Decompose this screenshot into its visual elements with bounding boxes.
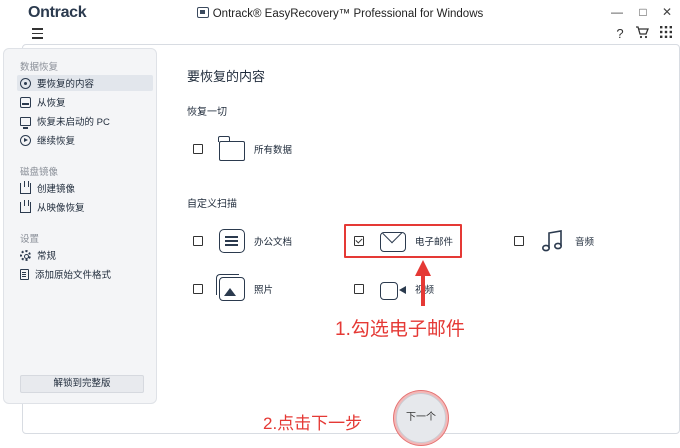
menu-icon[interactable] (32, 28, 43, 39)
sidebar-item-what-to-recover[interactable]: 要恢复的内容 (17, 75, 153, 91)
cart-icon[interactable] (634, 26, 650, 42)
drive-icon (20, 96, 31, 108)
minimize-button[interactable]: — (609, 4, 625, 20)
sidebar: 数据恢复 要恢复的内容 从恢复 恢复未启动的 PC 继续恢复 磁盘镜像 创建镜像… (3, 48, 157, 404)
sidebar-item-recover-unbootable-pc[interactable]: 恢复未启动的 PC (17, 113, 153, 129)
monitor-icon (20, 116, 31, 129)
photo-icon (216, 274, 245, 301)
annotation-step-1: 1.勾选电子邮件 (335, 319, 465, 340)
section-custom-scan: 自定义扫描 (187, 199, 237, 210)
restore-image-icon (20, 199, 31, 213)
option-photos[interactable]: 照片 (193, 274, 273, 304)
help-icon[interactable]: ? (612, 26, 628, 42)
next-button[interactable]: 下一个 (396, 393, 446, 443)
audio-checkbox[interactable] (514, 236, 524, 246)
option-all-data[interactable]: 所有数据 (193, 134, 292, 164)
page-title: 要恢复的内容 (187, 69, 266, 84)
video-checkbox[interactable] (354, 284, 364, 294)
section-recover-all: 恢复一切 (187, 107, 227, 118)
sidebar-item-resume-recovery[interactable]: 继续恢复 (17, 132, 153, 148)
gear-icon (20, 249, 31, 261)
create-image-icon (20, 180, 31, 194)
music-icon (540, 229, 566, 253)
sidebar-section-data-recovery: 数据恢复 (20, 62, 59, 73)
photos-checkbox[interactable] (193, 284, 203, 294)
all-data-checkbox[interactable] (193, 144, 203, 154)
unlock-full-version-button[interactable]: 解锁到完整版 (20, 375, 144, 393)
sidebar-section-disk-image: 磁盘镜像 (20, 167, 59, 178)
title-bar: Ontrack Ontrack® EasyRecovery™ Professio… (0, 0, 680, 26)
office-documents-checkbox[interactable] (193, 236, 203, 246)
option-office-documents[interactable]: 办公文档 (193, 226, 292, 256)
close-button[interactable]: ✕ (659, 4, 675, 20)
option-audio[interactable]: 音频 (514, 226, 594, 256)
sidebar-item-recover-from[interactable]: 从恢复 (17, 94, 153, 110)
sidebar-item-restore-from-image[interactable]: 从映像恢复 (17, 199, 153, 215)
video-icon (380, 281, 406, 300)
target-icon (20, 77, 31, 89)
sidebar-item-add-file-format[interactable]: 添加原始文件格式 (17, 266, 153, 282)
email-highlight-box (344, 224, 462, 258)
app-icon (196, 7, 209, 18)
document-icon (219, 229, 245, 253)
arrow-stem (421, 274, 425, 306)
folder-icon (218, 136, 245, 161)
apps-grid-icon[interactable] (658, 26, 674, 42)
file-format-icon (20, 268, 29, 280)
sidebar-item-create-image[interactable]: 创建镜像 (17, 180, 153, 196)
annotation-step-2: 2.点击下一步 (263, 414, 363, 433)
window-title: Ontrack® EasyRecovery™ Professional for … (0, 7, 680, 20)
resume-icon (20, 134, 31, 146)
sidebar-section-settings: 设置 (20, 234, 40, 245)
sidebar-item-general[interactable]: 常规 (17, 247, 153, 263)
maximize-button[interactable]: □ (635, 4, 651, 20)
